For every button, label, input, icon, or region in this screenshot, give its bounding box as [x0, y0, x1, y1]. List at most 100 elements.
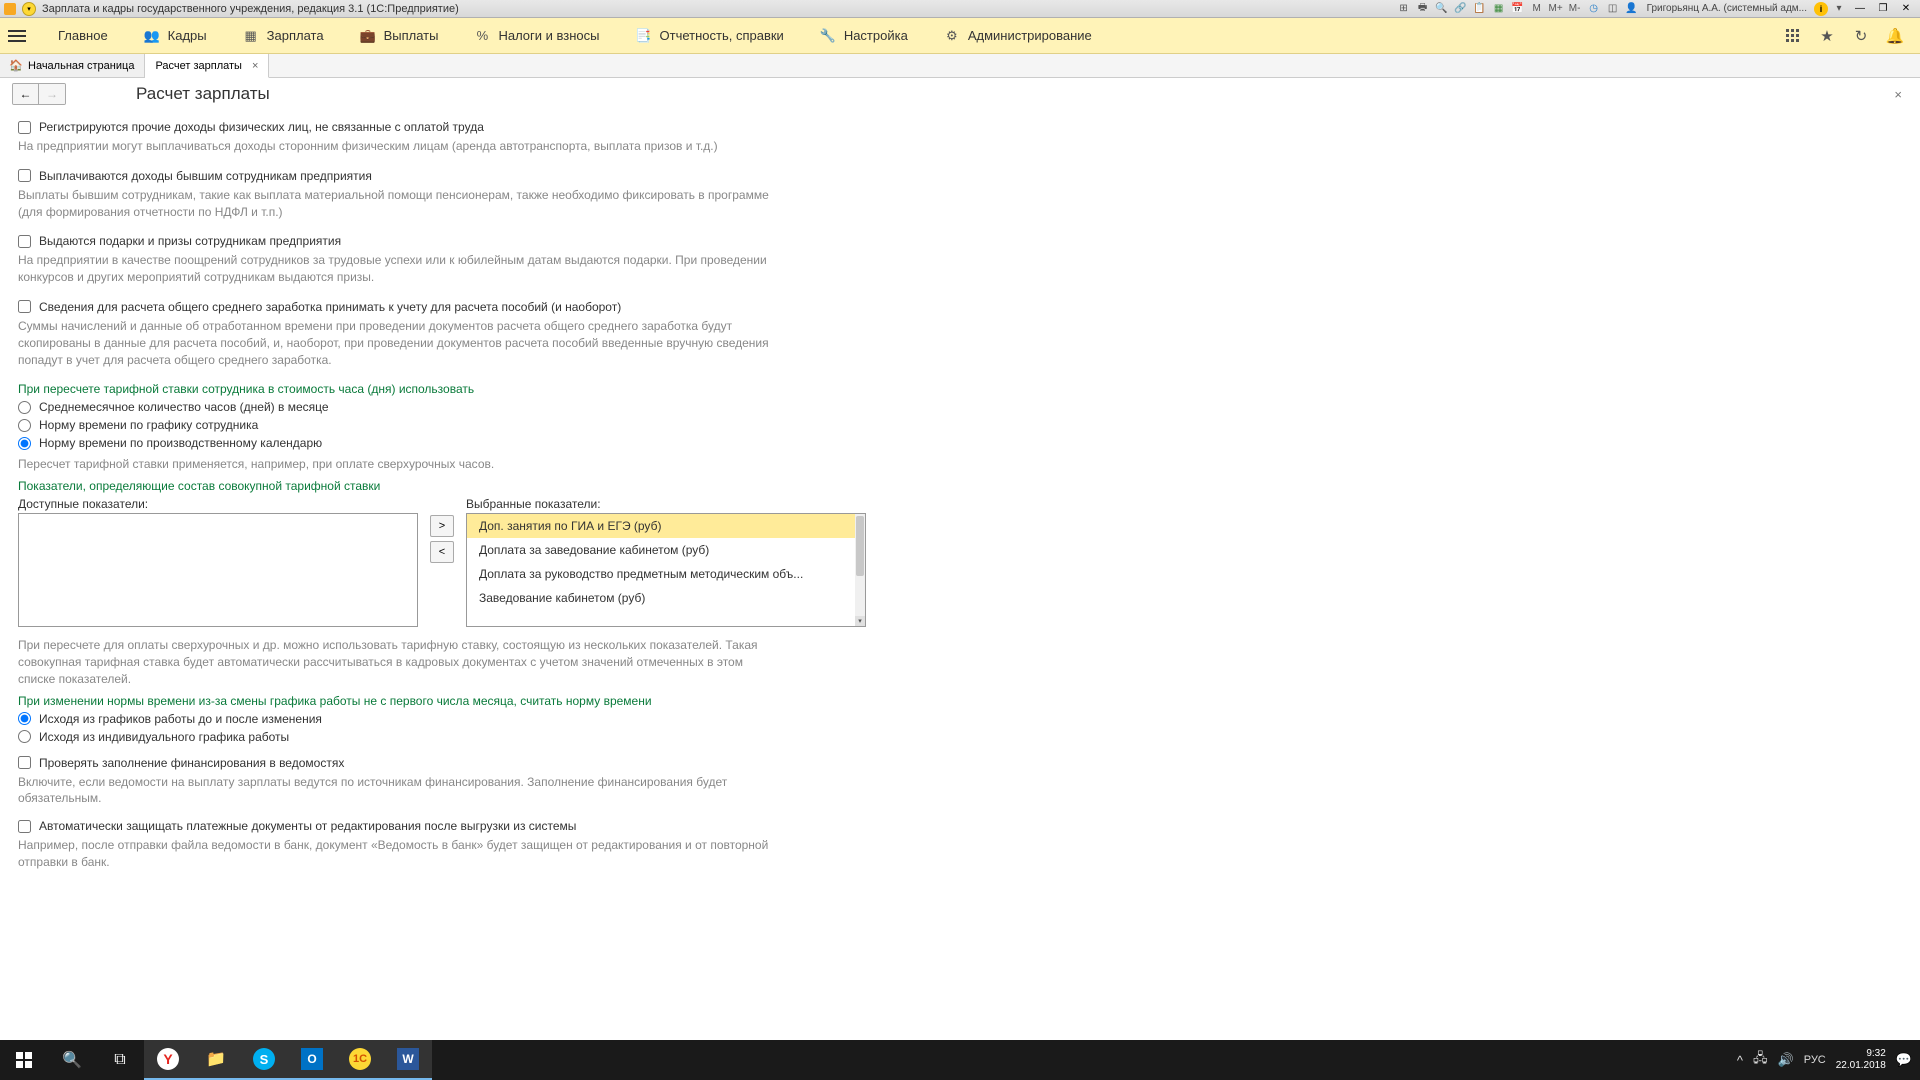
search-taskbar-icon[interactable]: 🔍: [48, 1040, 96, 1080]
check-avg-earnings[interactable]: [18, 300, 31, 313]
taskview-icon[interactable]: ⧉: [96, 1040, 144, 1080]
outlook-icon[interactable]: O: [288, 1040, 336, 1080]
link-icon[interactable]: 🔗: [1453, 2, 1469, 16]
menu-admin[interactable]: ⚙ Администрирование: [926, 28, 1110, 44]
calc-icon[interactable]: ▦: [1491, 2, 1507, 16]
clock-date: 22.01.2018: [1836, 1060, 1886, 1072]
available-list[interactable]: [18, 513, 418, 627]
app-logo-icon: [4, 3, 16, 15]
list-item[interactable]: Доплата за руководство предметным методи…: [467, 562, 865, 586]
check-gifts[interactable]: [18, 235, 31, 248]
minimize-button[interactable]: —: [1850, 2, 1870, 16]
language-indicator[interactable]: РУС: [1804, 1054, 1826, 1066]
radio-individual-label: Исходя из индивидуального графика работы: [39, 730, 289, 744]
check-former-employees-row: Выплачиваются доходы бывшим сотрудникам …: [18, 169, 1902, 183]
clock[interactable]: 9:32 22.01.2018: [1836, 1048, 1886, 1072]
yandex-browser-icon[interactable]: Y: [144, 1040, 192, 1080]
check-avg-earnings-label: Сведения для расчета общего среднего зар…: [39, 300, 621, 314]
scrollbar-down-icon[interactable]: ▾: [855, 616, 865, 626]
forward-button[interactable]: →: [39, 84, 65, 104]
hint-gifts: На предприятии в качестве поощрений сотр…: [18, 252, 778, 286]
favorite-icon[interactable]: ★: [1818, 27, 1836, 45]
1c-icon[interactable]: 1C: [336, 1040, 384, 1080]
tab-salary-calc[interactable]: Расчет зарплаты ×: [145, 54, 269, 78]
titlebar-right: ⊞ 🖶 🔍 🔗 📋 ▦ 📅 M M+ M- ◷ ◫ 👤 Григорьянц А…: [1396, 2, 1916, 16]
picker-buttons: > <: [430, 515, 454, 563]
check-financing-label: Проверять заполнение финансирования в ве…: [39, 756, 344, 770]
menu-taxes-label: Налоги и взносы: [498, 28, 599, 43]
clipboard-icon[interactable]: 📋: [1472, 2, 1488, 16]
explorer-icon[interactable]: 📁: [192, 1040, 240, 1080]
network-icon[interactable]: 🖧: [1753, 1049, 1768, 1071]
tabs-bar: 🏠 Начальная страница Расчет зарплаты ×: [0, 54, 1920, 78]
skype-icon[interactable]: S: [240, 1040, 288, 1080]
add-button[interactable]: >: [430, 515, 454, 537]
menu-reports-label: Отчетность, справки: [660, 28, 784, 43]
titlebar-dropdown-icon[interactable]: ▾: [22, 2, 36, 16]
hint-avg-earnings: Суммы начислений и данные об отработанно…: [18, 318, 778, 368]
burger-menu-icon[interactable]: [8, 27, 26, 45]
radio-calendar-norm[interactable]: [18, 437, 31, 450]
maximize-button[interactable]: ❐: [1873, 2, 1893, 16]
section-indicators: Показатели, определяющие состав совокупн…: [18, 479, 1902, 493]
main-menu: Главное 👥 Кадры ▦ Зарплата 💼 Выплаты % Н…: [0, 18, 1920, 54]
info-icon[interactable]: i: [1814, 2, 1828, 16]
check-protect-docs[interactable]: [18, 820, 31, 833]
menu-taxes[interactable]: % Налоги и взносы: [456, 28, 617, 44]
word-icon[interactable]: W: [384, 1040, 432, 1080]
radio-calendar-norm-label: Норму времени по производственному кален…: [39, 436, 322, 450]
radio-monthly-avg[interactable]: [18, 401, 31, 414]
radio-before-after-row: Исходя из графиков работы до и после изм…: [18, 712, 1902, 726]
m-minus-label[interactable]: M-: [1567, 2, 1583, 16]
list-scrollbar[interactable]: ▾: [855, 514, 865, 626]
check-financing[interactable]: [18, 756, 31, 769]
radio-before-after-label: Исходя из графиков работы до и после изм…: [39, 712, 322, 726]
menu-personnel[interactable]: 👥 Кадры: [126, 28, 225, 44]
user-name: Григорьянц А.А. (системный адм...: [1647, 3, 1807, 14]
menu-settings[interactable]: 🔧 Настройка: [802, 28, 926, 44]
menu-main[interactable]: Главное: [40, 28, 126, 43]
content-area: Регистрируются прочие доходы физических …: [0, 110, 1920, 1040]
m-plus-label[interactable]: M+: [1548, 2, 1564, 16]
check-avg-earnings-row: Сведения для расчета общего среднего зар…: [18, 300, 1902, 314]
list-item[interactable]: Заведование кабинетом (руб): [467, 586, 865, 610]
user-icon: 👤: [1624, 2, 1640, 16]
check-former-employees[interactable]: [18, 169, 31, 182]
panel-icon[interactable]: ◫: [1605, 2, 1621, 16]
toolbar-icon-1[interactable]: ⊞: [1396, 2, 1412, 16]
apps-grid-icon[interactable]: [1784, 27, 1802, 45]
calendar-icon[interactable]: 📅: [1510, 2, 1526, 16]
radio-individual[interactable]: [18, 730, 31, 743]
history-icon[interactable]: ↻: [1852, 27, 1870, 45]
tab-close-icon[interactable]: ×: [252, 60, 258, 72]
tab-home[interactable]: 🏠 Начальная страница: [0, 54, 145, 77]
menu-salary-label: Зарплата: [267, 28, 324, 43]
menu-reports[interactable]: 📑 Отчетность, справки: [618, 28, 802, 44]
scrollbar-thumb[interactable]: [856, 516, 864, 576]
info-dropdown-icon[interactable]: ▾: [1831, 2, 1847, 16]
page-close-icon[interactable]: ×: [1888, 87, 1908, 102]
list-item[interactable]: Доплата за заведование кабинетом (руб): [467, 538, 865, 562]
remove-button[interactable]: <: [430, 541, 454, 563]
list-item[interactable]: Доп. занятия по ГИА и ЕГЭ (руб): [467, 514, 865, 538]
reports-icon: 📑: [636, 28, 652, 44]
m-label[interactable]: M: [1529, 2, 1545, 16]
close-window-button[interactable]: ✕: [1896, 2, 1916, 16]
search-icon[interactable]: 🔍: [1434, 2, 1450, 16]
radio-before-after[interactable]: [18, 712, 31, 725]
selected-list[interactable]: Доп. занятия по ГИА и ЕГЭ (руб) Доплата …: [466, 513, 866, 627]
start-button[interactable]: [0, 1040, 48, 1080]
menu-salary[interactable]: ▦ Зарплата: [225, 28, 342, 44]
volume-icon[interactable]: 🔊: [1778, 1052, 1794, 1068]
back-button[interactable]: ←: [13, 84, 39, 104]
check-financing-row: Проверять заполнение финансирования в ве…: [18, 756, 1902, 770]
print-icon[interactable]: 🖶: [1415, 2, 1431, 16]
window-title: Зарплата и кадры государственного учрежд…: [42, 3, 459, 15]
radio-schedule-norm[interactable]: [18, 419, 31, 432]
menu-payments[interactable]: 💼 Выплаты: [342, 28, 457, 44]
clock-icon[interactable]: ◷: [1586, 2, 1602, 16]
tray-up-icon[interactable]: ^: [1737, 1053, 1743, 1068]
check-other-income[interactable]: [18, 121, 31, 134]
notifications-icon[interactable]: 🔔: [1886, 27, 1904, 45]
action-center-icon[interactable]: 💬: [1896, 1052, 1912, 1068]
